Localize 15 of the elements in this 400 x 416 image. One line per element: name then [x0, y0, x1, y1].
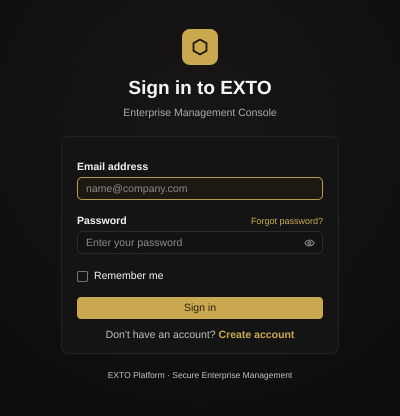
- email-field[interactable]: name@company.com: [77, 177, 323, 200]
- field-label: Email address: [77, 161, 148, 173]
- remember-label: Remember me: [94, 270, 164, 282]
- footer-text: EXTO Platform · Secure Enterprise Management: [108, 370, 292, 380]
- signup-prompt: Don't have an account? Create account: [104, 329, 296, 341]
- remember-checkbox[interactable]: [77, 270, 88, 282]
- field-label: Password: [77, 215, 127, 227]
- hexagon-icon: [191, 38, 209, 56]
- eye-icon[interactable]: [304, 239, 315, 247]
- forgot-password-link[interactable]: Forgot password?: [250, 216, 323, 226]
- page-title: Sign in to EXTO: [128, 78, 272, 100]
- password-field[interactable]: Enter your password: [77, 231, 323, 254]
- page-subtitle: Enterprise Management Console: [123, 107, 277, 119]
- create-account-link[interactable]: Create account: [218, 329, 294, 341]
- sign-in-button[interactable]: Sign in: [77, 297, 323, 319]
